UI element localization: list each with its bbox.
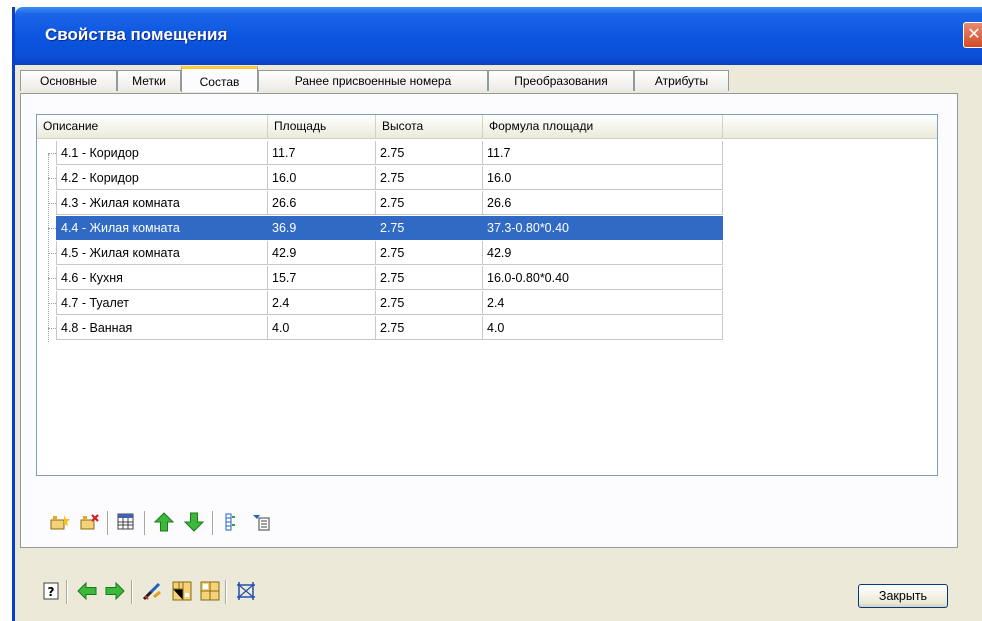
tree-branch <box>48 178 56 179</box>
brush-icon[interactable] <box>141 580 163 602</box>
tab-transformations[interactable]: Преобразования <box>488 70 634 91</box>
table-row[interactable]: 4.4 - Жилая комната 36.9 2.75 37.3-0.80*0.4… <box>37 216 937 241</box>
add-room-icon[interactable] <box>49 511 71 533</box>
table-row[interactable]: 4.5 - Жилая комната 42.9 2.75 42.9 <box>37 241 937 266</box>
tab-labels[interactable]: Метки <box>117 70 181 91</box>
window-title: Свойства помещения <box>45 25 228 44</box>
cell-height: 2.75 <box>376 266 483 290</box>
table-row[interactable]: 4.6 - Кухня 15.7 2.75 16.0-0.80*0.40 <box>37 266 937 291</box>
cell-description: 4.5 - Жилая комната <box>56 241 268 265</box>
cell-formula: 16.0-0.80*0.40 <box>483 266 723 290</box>
cell-formula: 26.6 <box>483 191 723 215</box>
column-area-formula[interactable]: Формула площади <box>483 115 723 138</box>
tree-branch <box>48 203 56 204</box>
delete-room-icon[interactable] <box>79 511 101 533</box>
grid-icon[interactable] <box>235 580 257 602</box>
arrow-up-icon[interactable] <box>153 511 175 533</box>
table-row[interactable]: 4.7 - Туалет 2.4 2.75 2.4 <box>37 291 937 316</box>
cell-description: 4.8 - Ванная <box>56 316 268 340</box>
cell-height: 2.75 <box>376 166 483 190</box>
arrow-down-icon[interactable] <box>183 511 205 533</box>
cell-description: 4.7 - Туалет <box>56 291 268 315</box>
cell-area: 42.9 <box>268 241 376 265</box>
cell-description: 4.3 - Жилая комната <box>56 191 268 215</box>
cell-formula: 2.4 <box>483 291 723 315</box>
tab-main[interactable]: Основные <box>20 70 117 91</box>
cell-formula: 42.9 <box>483 241 723 265</box>
table-row[interactable]: 4.1 - Коридор 11.7 2.75 11.7 <box>37 141 937 166</box>
window-close-button[interactable]: ✕ <box>963 22 982 48</box>
column-area[interactable]: Площадь <box>268 115 376 138</box>
list-icon[interactable] <box>220 511 242 533</box>
tab-composition[interactable]: Состав <box>181 66 258 92</box>
tree-branch <box>48 228 56 229</box>
table-header: Описание Площадь Высота Формула площади <box>37 115 937 139</box>
toolbar-separator <box>131 580 132 604</box>
cell-formula: 11.7 <box>483 141 723 165</box>
plan-icon[interactable] <box>171 580 193 602</box>
composition-panel: Описание Площадь Высота Формула площади … <box>20 93 958 548</box>
tab-previous-numbers[interactable]: Ранее присвоенные номера <box>258 70 488 91</box>
cell-formula: 16.0 <box>483 166 723 190</box>
rooms-table: Описание Площадь Высота Формула площади … <box>36 114 938 476</box>
column-description[interactable]: Описание <box>37 115 268 138</box>
tree-branch <box>48 278 56 279</box>
tree-branch <box>48 303 56 304</box>
cell-area: 15.7 <box>268 266 376 290</box>
toolbar-separator <box>225 580 226 604</box>
title-bar[interactable]: Свойства помещения ✕ <box>15 7 982 65</box>
cell-formula: 4.0 <box>483 316 723 340</box>
cell-area: 26.6 <box>268 191 376 215</box>
cell-height: 2.75 <box>376 241 483 265</box>
cell-area: 11.7 <box>268 141 376 165</box>
tab-attributes[interactable]: Атрибуты <box>634 70 729 91</box>
toolbar-separator <box>107 511 108 535</box>
close-dialog-button[interactable]: Закрыть <box>858 584 948 608</box>
table-row[interactable]: 4.8 - Ванная 4.0 2.75 4.0 <box>37 316 937 341</box>
tree-branch <box>48 153 56 154</box>
arrow-right-icon[interactable] <box>104 580 126 602</box>
arrow-left-icon[interactable] <box>76 580 98 602</box>
plan-alt-icon[interactable] <box>199 580 221 602</box>
cell-area: 36.9 <box>268 216 376 240</box>
table-row[interactable]: 4.3 - Жилая комната 26.6 2.75 26.6 <box>37 191 937 216</box>
table-row[interactable]: 4.2 - Коридор 16.0 2.75 16.0 <box>37 166 937 191</box>
cell-description: 4.1 - Коридор <box>56 141 268 165</box>
table-icon[interactable] <box>115 511 137 533</box>
cell-area: 4.0 <box>268 316 376 340</box>
cell-height: 2.75 <box>376 141 483 165</box>
cell-height: 2.75 <box>376 291 483 315</box>
toolbar-separator <box>66 580 67 604</box>
cell-area: 2.4 <box>268 291 376 315</box>
properties-icon[interactable] <box>250 511 272 533</box>
toolbar-separator <box>144 511 145 535</box>
tree-branch <box>48 253 56 254</box>
column-height[interactable]: Высота <box>376 115 483 138</box>
cell-height: 2.75 <box>376 191 483 215</box>
tree-branch <box>48 328 56 329</box>
help-icon[interactable]: ? <box>40 580 62 602</box>
cell-description: 4.6 - Кухня <box>56 266 268 290</box>
toolbar-separator <box>212 511 213 535</box>
cell-description: 4.2 - Коридор <box>56 166 268 190</box>
cell-height: 2.75 <box>376 216 483 240</box>
cell-area: 16.0 <box>268 166 376 190</box>
cell-description: 4.4 - Жилая комната <box>56 216 268 240</box>
svg-text:?: ? <box>48 585 55 599</box>
cell-formula: 37.3-0.80*0.40 <box>483 216 723 240</box>
cell-height: 2.75 <box>376 316 483 340</box>
